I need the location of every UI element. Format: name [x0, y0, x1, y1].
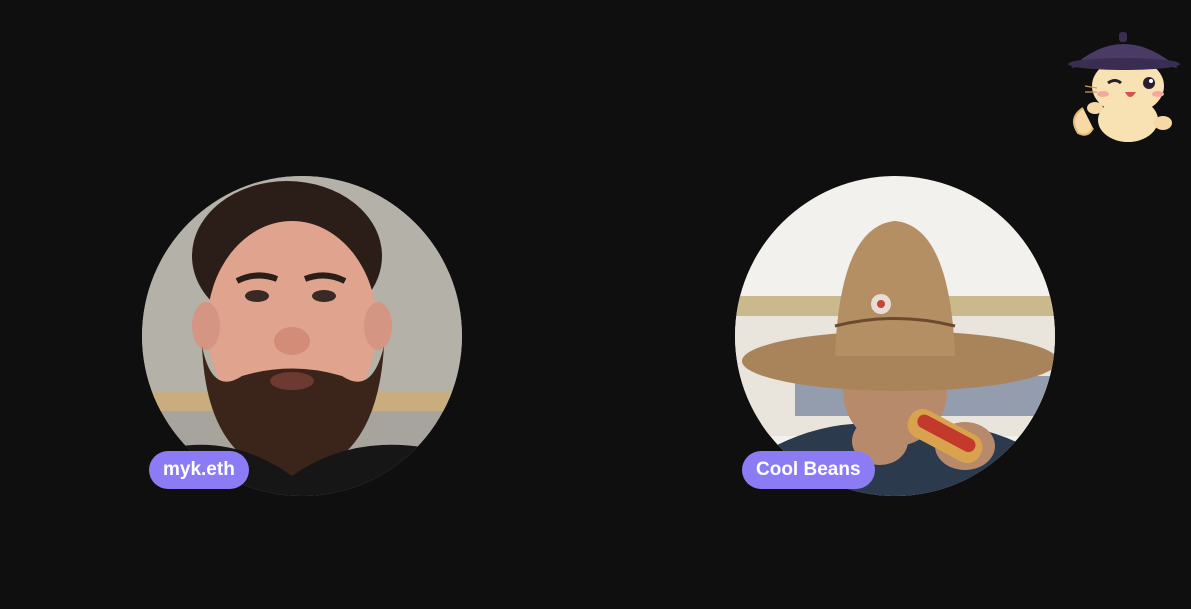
participant-tile-cool-beans[interactable]: Cool Beans	[735, 176, 1055, 496]
webcam-feed-bearded-man	[142, 176, 462, 496]
participant-tile-myk-eth[interactable]: myk.eth	[142, 176, 462, 496]
webcam-feed-man-in-straw-hat	[735, 176, 1055, 496]
participant-video-circle	[142, 176, 462, 496]
cat-with-hat-mascot-icon	[1063, 28, 1183, 144]
participant-name-badge: Cool Beans	[742, 451, 875, 489]
participant-video-circle	[735, 176, 1055, 496]
call-stage: myk.eth Cool Beans	[0, 0, 1191, 609]
participant-name-badge: myk.eth	[149, 451, 249, 489]
